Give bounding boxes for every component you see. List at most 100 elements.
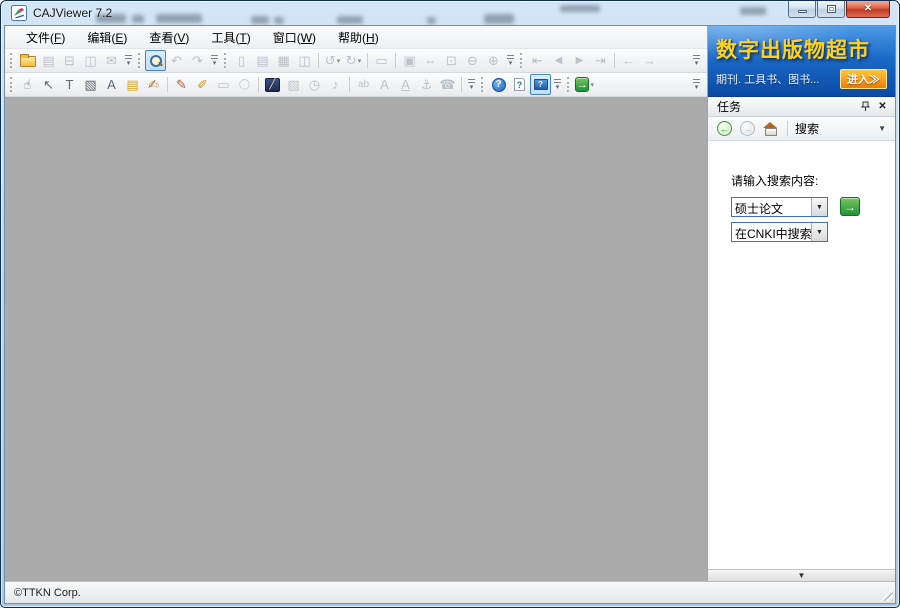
cnki-search-dropdown[interactable]: ▾ (590, 81, 594, 89)
ellipse-tool-button[interactable]: ◯ (234, 74, 255, 95)
go-forward-button[interactable]: → (639, 50, 660, 71)
open-button[interactable] (17, 50, 38, 71)
sound-annotation-button[interactable]: ♪ (325, 74, 346, 95)
close-pane-button[interactable]: ✕ (874, 99, 891, 115)
actual-size-button[interactable]: ⊡ (441, 50, 462, 71)
rectangle-tool-button[interactable]: ▭ (213, 74, 234, 95)
mail-document-button[interactable]: ✉ (101, 50, 122, 71)
banner-subtitle-row: 期刊. 工具书、图书... 进入≫ (716, 69, 887, 89)
facing-page-icon: ◫ (298, 53, 311, 68)
image-annotation-button[interactable]: ▧ (283, 74, 304, 95)
close-button[interactable]: ✕ (846, 1, 890, 18)
zoom-in-button[interactable]: ⊕ (483, 50, 504, 71)
task-scroll-down-button[interactable]: ▼ (708, 569, 895, 581)
print-preview-button[interactable]: ◫ (80, 50, 101, 71)
underline-tool-button[interactable]: A (395, 74, 416, 95)
search-go-button[interactable] (840, 197, 860, 216)
rotate-left-dropdown[interactable]: ▾ (337, 57, 341, 65)
select-tool-button[interactable]: ↖ (38, 74, 59, 95)
pin-button[interactable] (857, 99, 874, 115)
highlight-tool-button[interactable]: ✐ (192, 74, 213, 95)
glass-reflection (337, 16, 363, 24)
toolbar-overflow-button[interactable]: ▾ (465, 74, 478, 95)
resize-grip[interactable] (880, 588, 893, 601)
document-area[interactable] (5, 97, 707, 581)
text-recognize-tool-button[interactable]: A (101, 74, 122, 95)
search-scope-combobox[interactable]: 在CNKI中搜索 ▼ (731, 222, 828, 242)
last-page-button[interactable]: ⇥ (590, 50, 611, 71)
toolbar-grip (10, 77, 13, 92)
anchor-tool-button[interactable]: ⚓ (416, 74, 437, 95)
go-back-button[interactable]: ← (618, 50, 639, 71)
prev-page-button[interactable]: ◀ (548, 50, 569, 71)
line-tool-button[interactable]: ✎ (171, 74, 192, 95)
menu-view[interactable]: 查看(V) (140, 26, 198, 49)
menu-edit[interactable]: 编辑(E) (78, 26, 136, 49)
toolbar-overflow-button[interactable]: ▾ (504, 50, 517, 71)
keyword-dropdown-button[interactable]: ▼ (811, 198, 827, 216)
task-home-button[interactable] (761, 119, 780, 138)
minimize-button[interactable] (788, 1, 816, 18)
hand-tool-button[interactable]: ☝ (17, 74, 38, 95)
fit-width-button[interactable]: ⇔ (420, 50, 441, 71)
full-screen-button[interactable]: ▭ (371, 50, 392, 71)
zoom-out-button[interactable]: ⊖ (462, 50, 483, 71)
toolbar-overflow-button[interactable]: ▾ (122, 50, 135, 71)
task-tab-dropdown-button[interactable]: ▼ (876, 124, 888, 133)
line-tool-icon: ✎ (176, 77, 187, 92)
continuous-facing-button[interactable]: ▦ (273, 50, 294, 71)
search-scope-value[interactable]: 在CNKI中搜索 (732, 223, 811, 241)
menu-tools[interactable]: 工具(T) (202, 26, 259, 49)
search-keyword-combobox[interactable]: 硕士论文 ▼ (731, 197, 828, 217)
timer-annotation-button[interactable]: ◷ (304, 74, 325, 95)
save-button[interactable]: ▤ (38, 50, 59, 71)
font-tool-button[interactable]: A (374, 74, 395, 95)
image-select-tool-button[interactable]: ▧ (80, 74, 101, 95)
rotate-right-button[interactable]: ↻ ▾ (343, 50, 364, 71)
print-button[interactable]: ⊟ (59, 50, 80, 71)
add-note-button[interactable]: ▤ (122, 74, 143, 95)
help-button[interactable] (488, 74, 509, 95)
menu-help[interactable]: 帮助(H) (329, 26, 388, 49)
task-forward-button[interactable] (738, 119, 757, 138)
pin-icon (861, 101, 870, 111)
toolbar-separator (167, 77, 168, 92)
next-page-button[interactable]: ▶ (569, 50, 590, 71)
redo-button[interactable]: ↷ (187, 50, 208, 71)
glass-reflection (251, 16, 269, 24)
scope-dropdown-button[interactable]: ▼ (811, 223, 827, 241)
glass-reflection (96, 14, 126, 23)
save-icon: ▤ (42, 53, 55, 68)
help-online-button[interactable] (530, 74, 551, 95)
text-select-tool-button[interactable]: T (59, 74, 80, 95)
chevron-down-icon: ▾ (694, 83, 699, 91)
first-page-button[interactable]: ⇤ (527, 50, 548, 71)
single-page-button[interactable]: ▯ (231, 50, 252, 71)
toolbar-overflow-button[interactable]: ▾ (690, 74, 703, 95)
find-button[interactable] (145, 50, 166, 71)
toolbar-overflow-button[interactable]: ▾ (208, 50, 221, 71)
fit-page-button[interactable]: ▣ (399, 50, 420, 71)
restore-button[interactable] (817, 1, 845, 18)
menu-file[interactable]: 文件(F) (17, 26, 74, 49)
facing-page-button[interactable]: ◫ (294, 50, 315, 71)
toolbar-overflow-button[interactable]: ▾ (551, 74, 564, 95)
publication-banner[interactable]: 数字出版物超市 期刊. 工具书、图书... 进入≫ (708, 26, 895, 97)
pinyin-annotation-button[interactable]: ab (353, 74, 374, 95)
rotate-right-dropdown[interactable]: ▾ (358, 57, 362, 65)
toolbar-overflow-button[interactable]: ▾ (690, 50, 703, 71)
title-bar[interactable]: CAJViewer 7.2 ✕ (4, 1, 896, 25)
link-tool-button[interactable]: ☎ (437, 74, 458, 95)
search-keyword-value[interactable]: 硕士论文 (732, 198, 811, 216)
edit-annotation-button[interactable]: ✍ (143, 74, 164, 95)
knowledge-tool-button[interactable] (262, 74, 283, 95)
rotate-left-button[interactable]: ↺ ▾ (322, 50, 343, 71)
task-back-button[interactable] (715, 119, 734, 138)
continuous-page-button[interactable]: ▤ (252, 50, 273, 71)
menu-window[interactable]: 窗口(W) (264, 26, 325, 49)
search-panel: 请输入搜索内容: 硕士论文 ▼ 在CNKI中搜索 ▼ (708, 141, 895, 569)
undo-button[interactable]: ↶ (166, 50, 187, 71)
enter-market-button[interactable]: 进入≫ (840, 69, 887, 89)
cnki-search-button[interactable]: ▾ (574, 74, 595, 95)
help-topics-button[interactable] (509, 74, 530, 95)
